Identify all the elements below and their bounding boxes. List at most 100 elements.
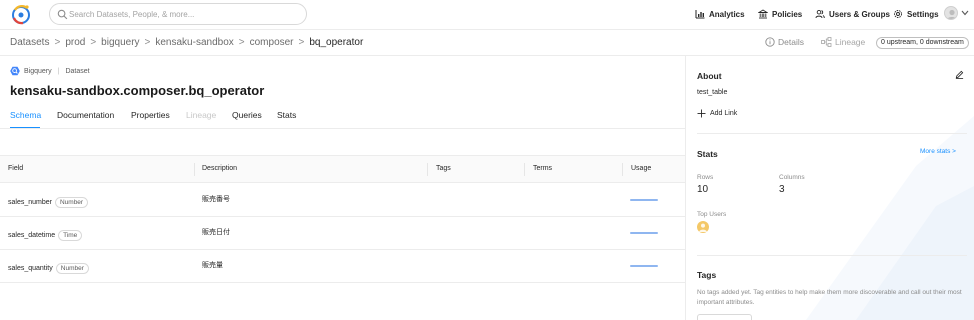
upstream-downstream-badge[interactable]: 0 upstream, 0 downstream	[876, 37, 969, 49]
column-header-terms[interactable]: Terms	[533, 165, 552, 172]
about-section-title: About	[697, 71, 722, 81]
table-row[interactable]: sales_quantity Number 販売量	[0, 250, 685, 283]
column-separator	[622, 163, 623, 176]
section-divider	[697, 255, 967, 256]
gear-icon	[894, 10, 902, 18]
field-cell: sales_datetime Time	[8, 230, 83, 241]
background-watermark-graphic	[806, 116, 974, 320]
field-name: sales_quantity	[8, 265, 53, 272]
breadcrumb-item-prod[interactable]: prod	[65, 37, 85, 48]
tabs-divider	[0, 128, 685, 129]
rows-label: Rows	[697, 174, 714, 181]
columns-value: 3	[779, 184, 785, 195]
nav-users-groups[interactable]: Users & Groups	[815, 8, 890, 20]
users-icon	[815, 9, 825, 19]
tags-empty-description: No tags added yet. Tag entities to help …	[697, 289, 962, 306]
breadcrumb: Datasets > prod > bigquery > kensaku-san…	[10, 37, 363, 48]
top-users-label: Top Users	[697, 211, 727, 218]
top-navigation-bar: Analytics Policies Users & Groups Settin…	[0, 0, 974, 30]
column-separator	[427, 163, 428, 176]
plus-icon	[697, 109, 706, 118]
field-type-badge: Number	[55, 263, 89, 274]
field-description[interactable]: 販売量	[202, 260, 223, 270]
usage-bar	[630, 199, 658, 201]
column-header-field[interactable]: Field	[8, 165, 23, 172]
tab-documentation[interactable]: Documentation	[57, 110, 114, 120]
entity-type-label: Dataset	[65, 67, 90, 75]
lineage-icon	[821, 37, 832, 47]
search-input[interactable]	[69, 7, 299, 21]
rows-value: 10	[697, 184, 709, 195]
tab-queries[interactable]: Queries	[232, 110, 262, 120]
column-header-usage[interactable]: Usage	[631, 165, 651, 172]
tab-lineage[interactable]: Lineage	[186, 110, 216, 120]
more-stats-link[interactable]: More stats >	[920, 148, 956, 155]
search-icon	[57, 9, 68, 20]
breadcrumb-item-bigquery[interactable]: bigquery	[101, 37, 139, 48]
breadcrumb-separator: >	[238, 37, 245, 48]
breadcrumb-item-composer[interactable]: composer	[250, 37, 294, 48]
add-link-button[interactable]: Add Link	[697, 109, 737, 118]
nav-settings[interactable]: Settings	[893, 8, 939, 20]
column-separator	[194, 163, 195, 176]
lineage-label: Lineage	[835, 37, 866, 47]
field-name: sales_datetime	[8, 232, 56, 239]
entity-platform-type: Bigquery | Dataset	[10, 66, 90, 76]
separator-dot: |	[57, 67, 60, 75]
stats-section-title: Stats	[697, 149, 718, 159]
bank-icon	[758, 9, 768, 19]
nav-settings-label: Settings	[907, 9, 939, 19]
breadcrumb-item-kensaku-sandbox[interactable]: kensaku-sandbox	[155, 37, 233, 48]
page-title: kensaku-sandbox.composer.bq_operator	[10, 83, 265, 98]
usage-bar	[630, 265, 658, 267]
nav-users-groups-label: Users & Groups	[829, 9, 890, 19]
details-label: Details	[778, 37, 804, 47]
about-description: test_table	[697, 89, 728, 96]
nav-policies-label: Policies	[772, 9, 803, 19]
field-description[interactable]: 販売番号	[202, 194, 230, 204]
field-description[interactable]: 販売日付	[202, 227, 230, 237]
field-cell: sales_quantity Number	[8, 263, 89, 274]
sidebar-background	[686, 56, 974, 320]
field-cell: sales_number Number	[8, 197, 89, 208]
edit-icon[interactable]	[955, 70, 964, 79]
columns-label: Columns	[779, 174, 805, 181]
schema-table-header: Field Description Tags Terms Usage	[0, 156, 685, 183]
bigquery-icon	[10, 66, 20, 76]
breadcrumb-current: bq_operator	[309, 37, 364, 48]
datahub-logo[interactable]	[10, 3, 32, 25]
search-bar[interactable]	[49, 3, 307, 25]
details-button[interactable]: Details	[765, 37, 804, 47]
nav-policies[interactable]: Policies	[758, 8, 802, 20]
column-header-description[interactable]: Description	[202, 165, 237, 172]
bar-chart-icon	[695, 10, 705, 19]
usage-bar	[630, 232, 658, 234]
platform-name: Bigquery	[24, 67, 52, 75]
lineage-button[interactable]: Lineage	[821, 37, 865, 47]
breadcrumb-separator: >	[54, 37, 61, 48]
breadcrumb-item-datasets[interactable]: Datasets	[10, 37, 49, 48]
field-type-badge: Time	[58, 230, 83, 241]
add-tag-button[interactable]	[697, 314, 752, 320]
nav-analytics-label: Analytics	[709, 9, 745, 19]
breadcrumb-separator: >	[90, 37, 97, 48]
tab-properties[interactable]: Properties	[131, 110, 170, 120]
field-name: sales_number	[8, 199, 52, 206]
info-icon	[765, 37, 775, 47]
nav-analytics[interactable]: Analytics	[695, 8, 745, 20]
field-type-badge: Number	[54, 197, 89, 208]
breadcrumb-bar: Datasets > prod > bigquery > kensaku-san…	[0, 30, 974, 56]
top-user-avatar[interactable]	[697, 221, 709, 233]
section-divider	[697, 133, 967, 134]
column-separator	[524, 163, 525, 176]
chevron-down-icon[interactable]	[961, 10, 969, 16]
column-header-tags[interactable]: Tags	[436, 165, 451, 172]
tags-section-title: Tags	[697, 270, 717, 280]
tab-stats[interactable]: Stats	[277, 110, 296, 120]
user-avatar-menu[interactable]	[944, 6, 958, 20]
table-row[interactable]: sales_number Number 販売番号	[0, 184, 685, 217]
user-icon	[699, 223, 707, 232]
tab-schema[interactable]: Schema	[10, 110, 41, 120]
user-icon	[947, 9, 957, 19]
table-row[interactable]: sales_datetime Time 販売日付	[0, 217, 685, 250]
